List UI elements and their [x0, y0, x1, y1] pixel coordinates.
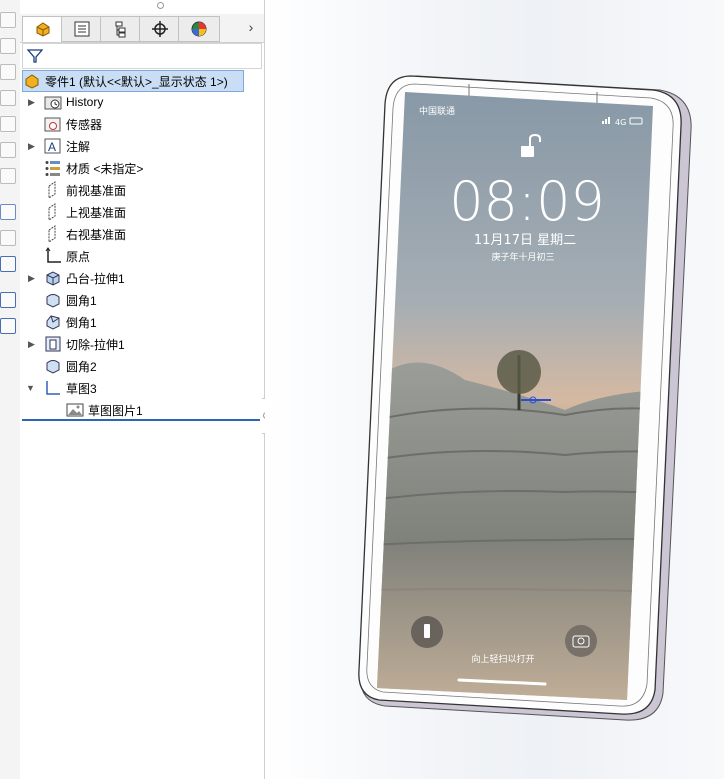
collapse-arrow-icon[interactable]: ▼	[26, 383, 35, 393]
picture-icon	[66, 401, 84, 419]
plane-icon	[44, 225, 62, 243]
sketch-icon	[44, 379, 62, 397]
splitter-grip[interactable]	[157, 2, 164, 9]
tree-item-annotations[interactable]: ▶ A 注解	[28, 135, 250, 157]
part-icon	[23, 72, 41, 90]
cut-extrude-icon	[44, 335, 62, 353]
command-icon[interactable]	[0, 256, 16, 272]
tree-item-label: 上视基准面	[66, 205, 127, 220]
tree-item-label: 材质 <未指定>	[66, 161, 144, 176]
command-icon[interactable]	[0, 38, 16, 54]
feature-manager-panel: › 零件1 (默认<<默认>_显示状态 1>) ▶ History 传感器 ▶ …	[20, 0, 265, 779]
command-icon[interactable]	[0, 168, 16, 184]
tree-item-label: 倒角1	[66, 315, 97, 330]
tree-root-part[interactable]: 零件1 (默认<<默认>_显示状态 1>)	[22, 70, 244, 92]
tree-item-boss-extrude[interactable]: ▶ 凸台-拉伸1	[28, 267, 250, 289]
clock-time: 08:09	[449, 170, 605, 233]
svg-text:A: A	[48, 140, 56, 154]
flashlight-icon	[424, 624, 430, 638]
property-manager-icon	[74, 21, 90, 37]
camera-button[interactable]	[565, 625, 597, 657]
dimxpert-icon	[152, 21, 168, 37]
origin-icon	[44, 247, 62, 265]
flashlight-button[interactable]	[411, 616, 443, 648]
fillet-icon	[44, 291, 62, 309]
expand-arrow-icon[interactable]: ▶	[28, 97, 36, 107]
tree-item-label: 前视基准面	[66, 183, 127, 198]
tree-item-label: 凸台-拉伸1	[66, 271, 125, 286]
tree-item-label: 传感器	[66, 117, 103, 132]
date-label: 11月17日 星期二	[474, 233, 576, 248]
tree-item-chamfer1[interactable]: 倒角1	[30, 311, 250, 333]
tree-item-origin[interactable]: 原点	[30, 245, 250, 267]
command-icon[interactable]	[0, 116, 16, 132]
extrude-icon	[44, 269, 62, 287]
command-icon[interactable]	[0, 142, 16, 158]
command-strip	[0, 0, 21, 779]
history-folder-icon	[44, 93, 62, 111]
tree-item-sketch-picture[interactable]: 草图图片1	[66, 399, 266, 421]
tab-configuration-manager[interactable]	[100, 16, 142, 42]
command-icon[interactable]	[0, 12, 16, 28]
display-manager-icon	[191, 21, 207, 37]
tree-item-fillet2[interactable]: 圆角2	[30, 355, 250, 377]
root-label: 零件1 (默认<<默认>_显示状态 1>)	[45, 74, 228, 89]
tab-property-manager[interactable]	[61, 16, 103, 42]
rollback-bar[interactable]	[22, 419, 260, 421]
tab-scroll-right-icon[interactable]: ›	[244, 19, 258, 37]
command-icon[interactable]	[0, 90, 16, 106]
tree-item-label: 圆角1	[66, 293, 97, 308]
material-icon	[44, 159, 62, 177]
command-icon[interactable]	[0, 292, 16, 308]
command-icon[interactable]	[0, 64, 16, 80]
tree-item-label: 右视基准面	[66, 227, 127, 242]
configuration-manager-icon	[115, 21, 126, 38]
tree-item-fillet1[interactable]: 圆角1	[30, 289, 250, 311]
fillet-icon	[44, 357, 62, 375]
plane-icon	[44, 203, 62, 221]
tree-item-cut-extrude[interactable]: ▶ 切除-拉伸1	[28, 333, 250, 355]
tab-dimxpert[interactable]	[139, 16, 181, 42]
carrier-label: 中国联通	[419, 105, 455, 117]
tree-item-label: 草图3	[66, 381, 97, 396]
chamfer-icon	[44, 313, 62, 331]
tree-item-label: 原点	[66, 249, 91, 264]
plane-icon	[44, 181, 62, 199]
tree-item-label: 圆角2	[66, 359, 97, 374]
filter-icon[interactable]	[27, 48, 43, 64]
tree-item-right-plane[interactable]: 右视基准面	[30, 223, 250, 245]
tree-item-sensors[interactable]: 传感器	[30, 113, 250, 135]
graphics-viewport[interactable]: 中国联通 4G 08:09 11月17日 星期二 庚子年十月初三 向上轻扫以打开	[265, 0, 724, 779]
tab-feature-manager[interactable]	[22, 16, 64, 42]
tree-item-sketch3[interactable]: ▼ 草图3	[26, 377, 250, 399]
feature-manager-icon	[36, 22, 50, 37]
tree-item-label: 草图图片1	[88, 403, 143, 418]
network-label: 4G	[615, 118, 626, 127]
swipe-hint: 向上轻扫以打开	[471, 653, 534, 665]
annotation-icon: A	[44, 137, 62, 155]
tree-item-label: 注解	[66, 139, 91, 154]
expand-arrow-icon[interactable]: ▶	[28, 339, 36, 349]
tab-display-manager[interactable]	[178, 16, 220, 42]
command-icon[interactable]	[0, 318, 16, 334]
phone-model[interactable]: 中国联通 4G 08:09 11月17日 星期二 庚子年十月初三 向上轻扫以打开	[265, 0, 724, 779]
command-icon[interactable]	[0, 230, 16, 246]
tree-item-history[interactable]: ▶ History	[28, 91, 250, 113]
manager-tabs: ›	[20, 14, 264, 43]
tree-item-front-plane[interactable]: 前视基准面	[30, 179, 250, 201]
expand-arrow-icon[interactable]: ▶	[28, 273, 36, 283]
tree-item-material[interactable]: 材质 <未指定>	[30, 157, 250, 179]
tree-item-label: 切除-拉伸1	[66, 337, 125, 352]
tree-item-top-plane[interactable]: 上视基准面	[30, 201, 250, 223]
expand-arrow-icon[interactable]: ▶	[28, 141, 36, 151]
command-icon[interactable]	[0, 204, 16, 220]
tree-filter-field[interactable]	[22, 43, 262, 69]
sensor-folder-icon	[44, 115, 62, 133]
lunar-date-label: 庚子年十月初三	[491, 251, 554, 263]
tree-item-label: History	[66, 95, 104, 109]
